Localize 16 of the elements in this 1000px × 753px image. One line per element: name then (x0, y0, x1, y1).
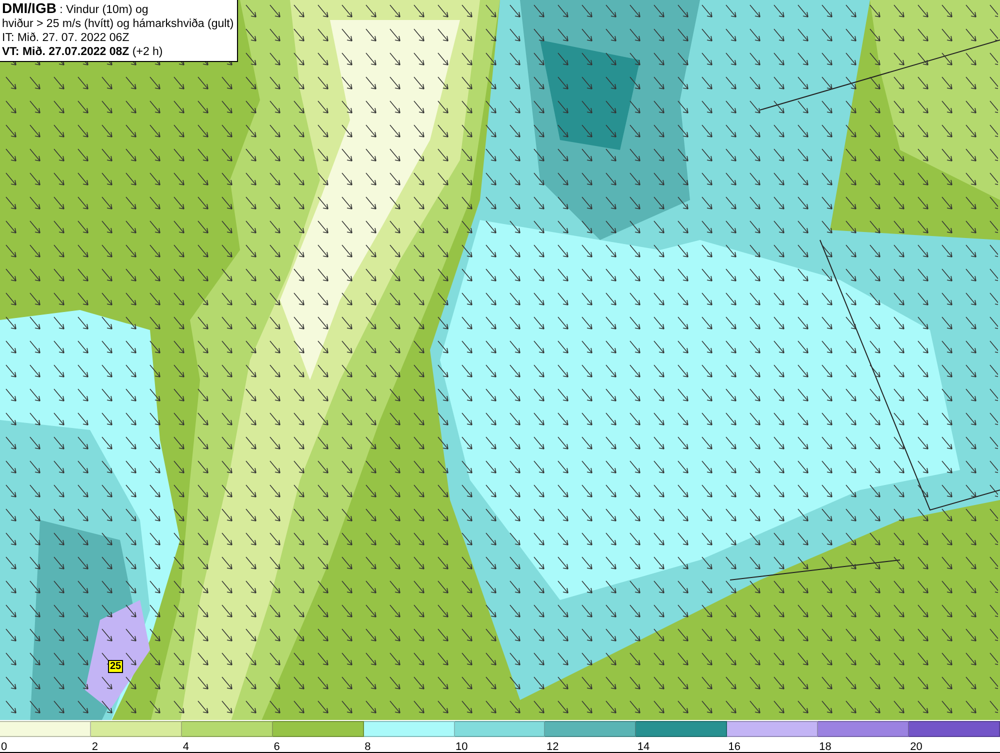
legend-label: 4 (182, 740, 189, 753)
legend-label: 8 (364, 740, 371, 753)
legend-label: 2 (90, 740, 98, 753)
legend-label: 0 (0, 740, 8, 753)
gust-badge: 25 (108, 660, 124, 673)
header-line: VT: Mið. 27.07.2022 08Z (+2 h) (2, 45, 164, 59)
legend-label: 12 (545, 740, 559, 753)
legend-label: 6 (272, 740, 280, 753)
legend-label: 14 (636, 740, 650, 753)
legend-label: 18 (818, 740, 832, 753)
legend-label: 16 (727, 740, 741, 753)
header-line: hviður > 25 m/s (hvítt) og hámarkshviða (gult) (2, 17, 234, 31)
header-line: DMI/IGB : Vindur (10m) og (2, 1, 150, 17)
legend-label: 20 (909, 740, 922, 753)
legend-label: 10 (454, 740, 468, 753)
header-line: IT: Mið. 27. 07. 2022 06Z (2, 31, 130, 45)
